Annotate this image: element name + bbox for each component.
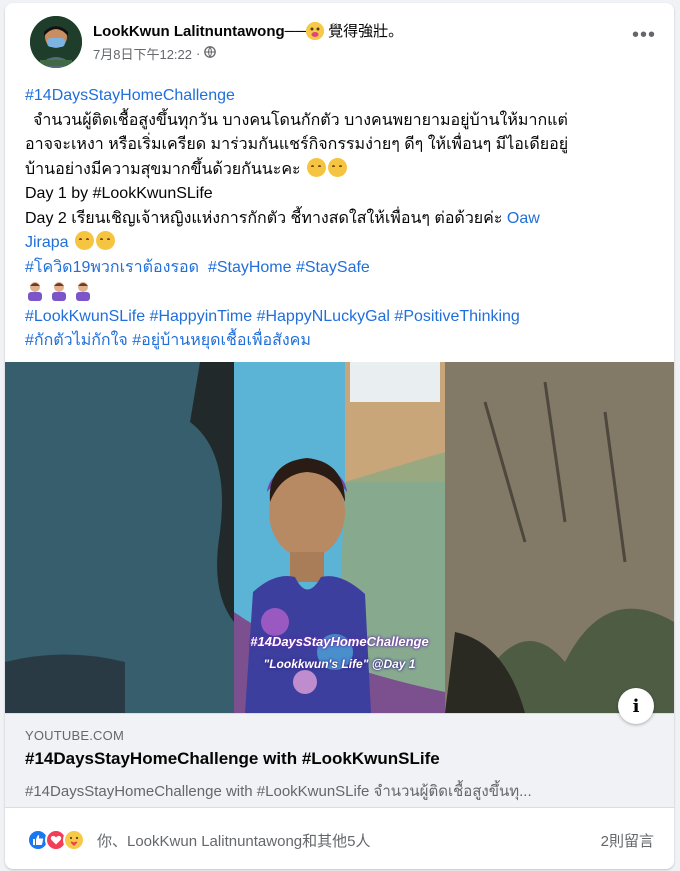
smiling-face-icon bbox=[96, 231, 116, 250]
preview-description: #14DaysStayHomeChallenge with #LookKwunS… bbox=[25, 783, 532, 800]
comments-count[interactable]: 2則留言 bbox=[601, 830, 654, 851]
hashtag-text: #LookKwunSLife bbox=[92, 185, 213, 202]
post-card: LookKwun Lalitnuntawong── 覺得強壯。 7月8日下午12… bbox=[5, 3, 674, 869]
post-text: บ้านอย่างมีความสุขมากขึ้นด้วยกันนะคะ bbox=[25, 160, 301, 178]
author-name[interactable]: LookKwun Lalitnuntawong bbox=[93, 23, 285, 40]
post-header: LookKwun Lalitnuntawong── 覺得強壯。 7月8日下午12… bbox=[25, 14, 658, 74]
hashtag-link[interactable]: #StayHome bbox=[208, 259, 292, 276]
hashtag-link[interactable]: #LookKwunSLife bbox=[25, 308, 145, 325]
mention-link[interactable]: Jirapa bbox=[25, 234, 69, 251]
more-options-icon[interactable]: ••• bbox=[632, 24, 656, 47]
hashtag-link[interactable]: #HappyinTime bbox=[150, 308, 253, 325]
reaction-summary[interactable]: 你、LookKwun Lalitnuntawong和其他5人 bbox=[27, 827, 370, 853]
care-icon bbox=[63, 829, 85, 851]
hashtag-link[interactable]: #StaySafe bbox=[296, 259, 370, 276]
hashtag-link[interactable]: #PositiveThinking bbox=[394, 308, 519, 325]
video-thumbnail[interactable]: #14DaysStayHomeChallenge "Lookkwun's Lif… bbox=[5, 362, 674, 713]
globe-icon[interactable] bbox=[204, 46, 217, 61]
avatar[interactable] bbox=[30, 16, 82, 68]
post-body: #14DaysStayHomeChallenge จำนวนผู้ติดเชื้… bbox=[25, 84, 655, 354]
post-text: Day 1 by bbox=[25, 185, 93, 202]
hashtag-link[interactable]: #กักตัวไม่กักใจ bbox=[25, 332, 128, 349]
post-text: อาจจะเหงา หรือเริ่มเครียด มาร่วมกันแชร์ก… bbox=[25, 136, 569, 153]
smiling-face-icon bbox=[307, 157, 327, 177]
smiling-face-icon bbox=[75, 231, 95, 250]
video-caption: #14DaysStayHomeChallenge bbox=[250, 634, 429, 649]
hashtag-link[interactable]: #14DaysStayHomeChallenge bbox=[25, 87, 235, 104]
post-text: จำนวนผู้ติดเชื้อสูงขึ้นทุกวัน บางคนโดนกั… bbox=[33, 111, 568, 129]
link-preview[interactable]: YOUTUBE.COM #14DaysStayHomeChallenge wit… bbox=[5, 688, 674, 808]
info-icon[interactable]: i bbox=[618, 688, 654, 724]
hashtag-link[interactable]: #โควิด19พวกเราต้องรอด bbox=[25, 259, 199, 276]
feeling-dash: ── bbox=[284, 23, 306, 40]
reaction-text[interactable]: 你、LookKwun Lalitnuntawong和其他5人 bbox=[97, 830, 370, 851]
mention-link[interactable]: Oaw bbox=[507, 210, 540, 227]
meta-separator: · bbox=[196, 46, 201, 61]
hashtag-link[interactable]: #อยู่บ้านหยุดเชื้อเพื่อสังคม bbox=[132, 332, 311, 349]
feeling-text: 覺得強壯。 bbox=[328, 23, 404, 40]
author-line: LookKwun Lalitnuntawong── 覺得強壯。 bbox=[93, 20, 403, 41]
person-icons bbox=[28, 282, 90, 301]
post-text: Day 2 เรียนเชิญเจ้าหญิงแห่งการกักตัว ชี้… bbox=[25, 209, 507, 227]
preview-title[interactable]: #14DaysStayHomeChallenge with #LookKwunS… bbox=[25, 749, 440, 769]
preview-domain: YOUTUBE.COM bbox=[25, 728, 124, 743]
person-emoji-row bbox=[25, 280, 655, 305]
smiling-face-icon bbox=[328, 157, 348, 177]
video-caption: "Lookkwun's Life" @Day 1 bbox=[263, 657, 416, 671]
strong-feeling-icon bbox=[305, 22, 324, 40]
post-meta: 7月8日下午12:22 · bbox=[93, 44, 217, 63]
timestamp[interactable]: 7月8日下午12:22 bbox=[93, 44, 192, 63]
hashtag-link[interactable]: #HappyNLuckyGal bbox=[257, 308, 390, 325]
